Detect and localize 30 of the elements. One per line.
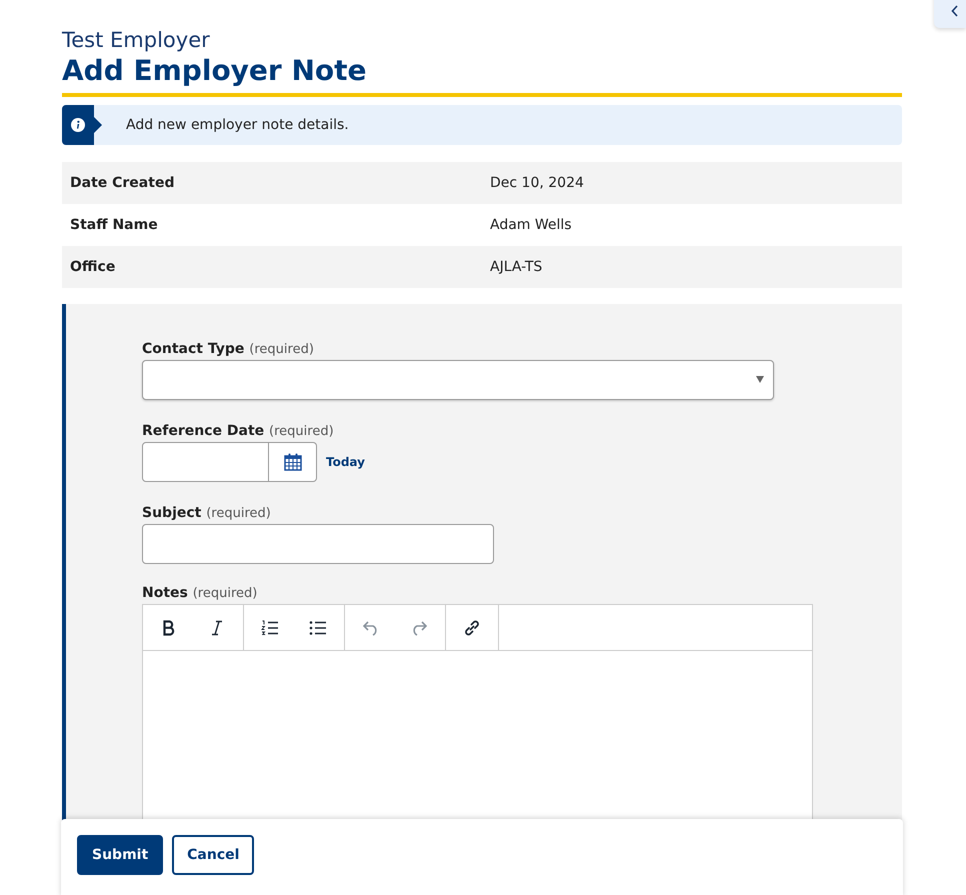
field-label: Contact Type (required) — [142, 341, 314, 357]
calendar-icon — [284, 453, 302, 471]
bullet-list-icon — [309, 620, 327, 636]
detail-value: Dec 10, 2024 — [490, 175, 584, 191]
info-icon — [62, 105, 102, 145]
detail-label: Office — [69, 259, 116, 275]
collapse-tab[interactable] — [934, 0, 966, 28]
submit-button[interactable]: Submit — [77, 835, 164, 875]
field-label: Notes (required) — [142, 585, 258, 601]
employer-name: Test Employer — [62, 27, 211, 53]
bold-icon — [162, 620, 176, 636]
detail-value: Adam Wells — [490, 217, 572, 233]
detail-label: Date Created — [69, 175, 176, 191]
page-title: Add Employer Note — [62, 53, 902, 97]
chevron-left-icon — [951, 5, 959, 17]
numbered-list-icon — [261, 620, 279, 636]
italic-icon — [211, 620, 223, 636]
caret-icon — [756, 376, 764, 383]
today-link[interactable]: Today — [326, 455, 365, 469]
cancel-button[interactable]: Cancel — [172, 835, 254, 875]
detail-label: Staff Name — [69, 217, 159, 233]
contact-type-select[interactable] — [142, 360, 774, 400]
info-text: Add new employer note details. — [126, 117, 349, 133]
subject-input[interactable] — [142, 524, 494, 564]
field-label: Reference Date (required) — [142, 423, 334, 439]
date-input[interactable] — [142, 442, 269, 482]
link-icon — [463, 618, 481, 636]
calendar-button[interactable] — [269, 442, 317, 482]
field-label: Subject (required) — [142, 505, 271, 521]
detail-value: AJLA-TS — [490, 259, 542, 275]
